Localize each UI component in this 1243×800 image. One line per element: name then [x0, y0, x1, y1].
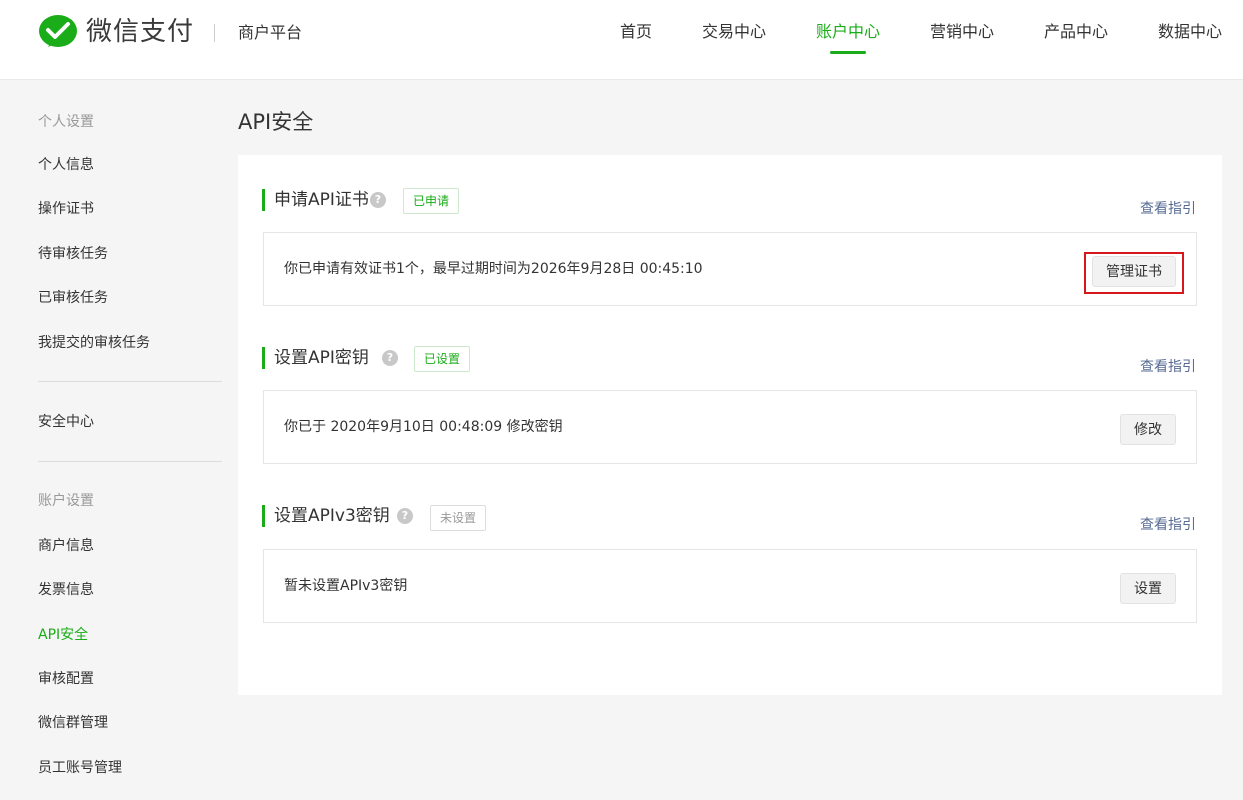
question-circle-icon[interactable]: ?	[382, 350, 398, 366]
sidebar-item-operation-cert[interactable]: 操作证书	[38, 199, 94, 219]
sidebar-item-my-submitted[interactable]: 我提交的审核任务	[38, 333, 150, 353]
nav-data[interactable]: 数据中心	[1158, 20, 1222, 44]
nav-home[interactable]: 首页	[620, 20, 652, 44]
modify-key-button[interactable]: 修改	[1120, 414, 1176, 445]
status-badge-not-set: 未设置	[430, 505, 487, 531]
api-key-status-text: 你已于 2020年9月10日 00:48:09 修改密钥	[284, 419, 563, 435]
sidebar-group-account: 账户设置	[38, 493, 94, 509]
api-cert-status-text: 你已申请有效证书1个，最早过期时间为2026年9月28日 00:45:10	[284, 261, 703, 277]
sidebar-item-reviewed[interactable]: 已审核任务	[38, 288, 108, 308]
sidebar-item-wechat-group[interactable]: 微信群管理	[38, 713, 108, 733]
sidebar-divider	[38, 381, 222, 382]
api-key-box: 你已于 2020年9月10日 00:48:09 修改密钥 修改	[263, 390, 1197, 464]
guide-link-api-cert[interactable]: 查看指引	[1140, 200, 1196, 218]
top-header: 微信支付 商户平台 首页 交易中心 账户中心 营销中心 产品中心 数据中心	[0, 0, 1243, 80]
sidebar-item-api-security[interactable]: API安全	[38, 625, 88, 645]
sidebar-item-merchant-info[interactable]: 商户信息	[38, 536, 94, 556]
sidebar-item-security-center[interactable]: 安全中心	[38, 412, 94, 432]
question-circle-icon[interactable]: ?	[370, 192, 386, 208]
section-title-apiv3-key: 设置APIv3密钥	[262, 505, 390, 527]
sidebar-group-personal: 个人设置	[38, 114, 94, 130]
sidebar-item-personal-info[interactable]: 个人信息	[38, 155, 94, 175]
question-circle-icon[interactable]: ?	[397, 508, 413, 524]
apiv3-key-status-text: 暂未设置APIv3密钥	[284, 578, 408, 594]
section-title-api-key: 设置API密钥	[262, 347, 369, 369]
nav-products[interactable]: 产品中心	[1044, 20, 1108, 44]
status-badge-set: 已设置	[414, 346, 471, 372]
guide-link-apiv3-key[interactable]: 查看指引	[1140, 516, 1196, 534]
guide-link-api-key[interactable]: 查看指引	[1140, 358, 1196, 376]
apiv3-key-box: 暂未设置APIv3密钥 设置	[263, 549, 1197, 623]
api-security-card: 申请API证书 ? 已申请 查看指引 你已申请有效证书1个，最早过期时间为202…	[238, 155, 1222, 695]
sidebar-item-review-config[interactable]: 审核配置	[38, 669, 94, 689]
main-nav: 首页 交易中心 账户中心 营销中心 产品中心 数据中心	[0, 20, 1243, 79]
nav-active-indicator	[830, 51, 866, 54]
sidebar-item-staff-accounts[interactable]: 员工账号管理	[38, 758, 122, 778]
nav-account-center[interactable]: 账户中心	[816, 20, 880, 44]
status-badge-applied: 已申请	[403, 188, 460, 214]
set-apiv3-key-button[interactable]: 设置	[1120, 573, 1176, 604]
nav-transactions[interactable]: 交易中心	[702, 20, 766, 44]
annotation-highlight-box	[1084, 252, 1184, 294]
nav-marketing[interactable]: 营销中心	[930, 20, 994, 44]
sidebar-item-invoice-info[interactable]: 发票信息	[38, 580, 94, 600]
sidebar-divider	[38, 461, 222, 462]
api-cert-box: 你已申请有效证书1个，最早过期时间为2026年9月28日 00:45:10 管理…	[263, 232, 1197, 306]
sidebar-item-pending-review[interactable]: 待审核任务	[38, 244, 108, 264]
section-title-api-cert: 申请API证书	[262, 189, 369, 211]
page-title: API安全	[238, 110, 314, 134]
